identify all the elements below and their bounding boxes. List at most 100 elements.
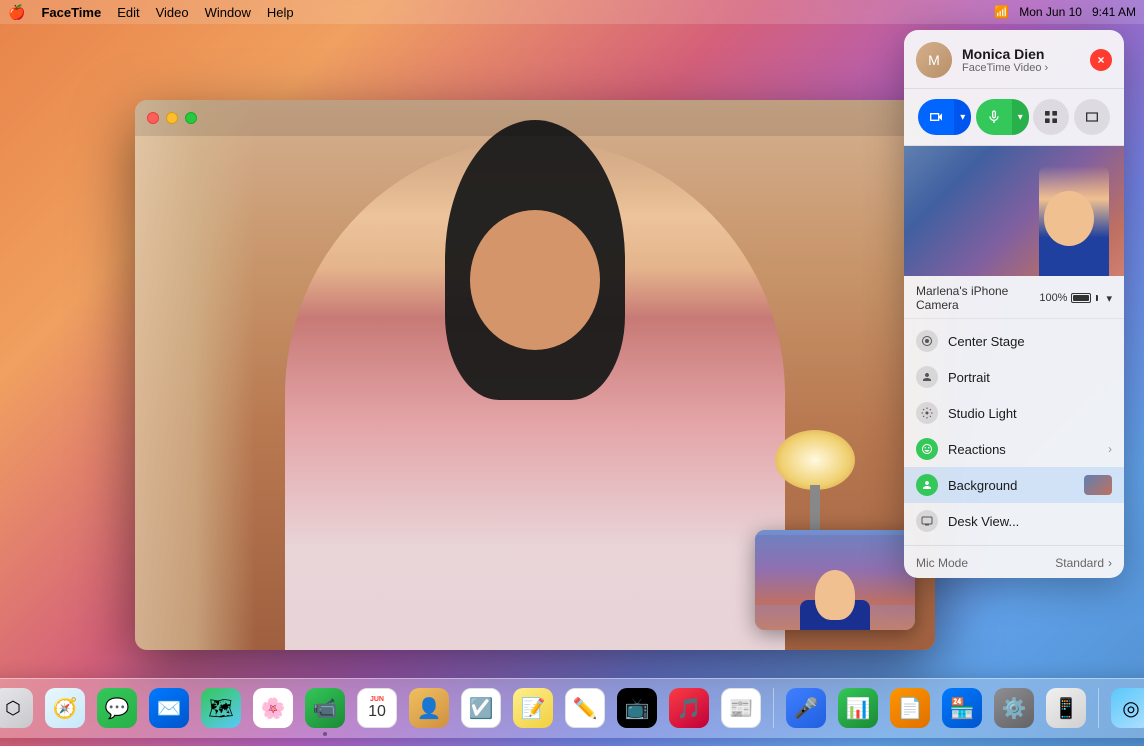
mic-toggle-button[interactable] (976, 99, 1012, 135)
dock-item-launchpad[interactable]: ⬡ (0, 684, 37, 732)
effects-button[interactable] (1033, 99, 1069, 135)
dock-item-calendar[interactable]: JUN 10 (353, 684, 401, 732)
caller-avatar: M (916, 42, 952, 78)
menu-item-background[interactable]: Background (904, 467, 1124, 503)
dock-item-music[interactable]: 🎵 (665, 684, 713, 732)
self-view-content (755, 530, 915, 630)
mail-icon: ✉️ (149, 688, 189, 728)
dock-item-numbers[interactable]: 📊 (834, 684, 882, 732)
apple-menu[interactable]: 🍎 (8, 4, 25, 21)
menubar-window[interactable]: Window (205, 5, 251, 20)
battery-tip (1096, 295, 1098, 301)
dock-item-freeform[interactable]: ✏️ (561, 684, 609, 732)
main-video-feed (135, 100, 935, 650)
mic-button-group: ▾ (976, 99, 1029, 135)
room-curtain (135, 100, 255, 650)
caller-details: Monica Dien FaceTime Video › (962, 46, 1048, 75)
menubar: 🍎 FaceTime Edit Video Window Help 📶 Mon … (0, 0, 1144, 24)
mic-mode-row[interactable]: Mic Mode Standard › (904, 548, 1124, 578)
facetime-active-dot (323, 732, 327, 736)
numbers-icon: 📊 (838, 688, 878, 728)
menubar-video[interactable]: Video (156, 5, 189, 20)
safari-icon: 🧭 (45, 688, 85, 728)
menubar-app-name[interactable]: FaceTime (41, 5, 101, 20)
menubar-right: 📶 Mon Jun 10 9:41 AM (994, 5, 1136, 19)
camera-chevron[interactable]: ▾ (1106, 292, 1112, 305)
calendar-day: 10 (368, 703, 386, 721)
studio-light-label: Studio Light (948, 406, 1017, 421)
maps-icon: 🗺 (201, 688, 241, 728)
dock-item-iphone[interactable]: 📱 (1042, 684, 1090, 732)
battery-fill (1073, 295, 1089, 301)
reactions-label: Reactions (948, 442, 1006, 457)
self-view-thumbnail[interactable] (755, 530, 915, 630)
menu-item-studio-light[interactable]: Studio Light (904, 395, 1124, 431)
dock-item-pages[interactable]: 📄 (886, 684, 934, 732)
dock-item-tv[interactable]: 📺 (613, 684, 661, 732)
menubar-date: Mon Jun 10 (1019, 5, 1082, 19)
battery-percent: 100% (1039, 292, 1067, 304)
self-view-face (815, 570, 855, 620)
menu-item-center-stage[interactable]: Center Stage (904, 323, 1124, 359)
dock-item-appstore[interactable]: 🏪 (938, 684, 986, 732)
minimize-button[interactable] (166, 112, 178, 124)
menu-item-reactions[interactable]: Reactions › (904, 431, 1124, 467)
desk-view-icon (916, 510, 938, 532)
dock-item-messages[interactable]: 💬 (93, 684, 141, 732)
dock-item-safari[interactable]: 🧭 (41, 684, 89, 732)
end-call-button[interactable]: × (1090, 49, 1112, 71)
dock-separator-2 (1098, 688, 1099, 728)
calendar-icon: JUN 10 (357, 688, 397, 728)
reactions-arrow: › (1108, 442, 1112, 456)
video-toggle-button[interactable] (918, 99, 954, 135)
dock-item-mail[interactable]: ✉️ (145, 684, 193, 732)
fullscreen-button[interactable] (1074, 99, 1110, 135)
dock-item-photos[interactable]: 🌸 (249, 684, 297, 732)
messages-icon: 💬 (97, 688, 137, 728)
caller-subtitle: FaceTime Video › (962, 62, 1048, 74)
dock-item-keynote[interactable]: 🎤 (782, 684, 830, 732)
menubar-left: 🍎 FaceTime Edit Video Window Help (8, 4, 294, 21)
background-thumbnail (1084, 475, 1112, 495)
menubar-wifi: 📶 (994, 5, 1009, 19)
menubar-edit[interactable]: Edit (117, 5, 139, 20)
menu-divider (904, 545, 1124, 546)
dock-item-settings[interactable]: ⚙️ (990, 684, 1038, 732)
facetime-window (135, 100, 935, 650)
dock-item-facetime[interactable]: 📹 (301, 684, 349, 732)
camera-name: Marlena's iPhone Camera (916, 284, 1039, 312)
mic-mode-label: Mic Mode (916, 556, 968, 570)
settings-icon: ⚙️ (994, 688, 1034, 728)
maximize-button[interactable] (185, 112, 197, 124)
window-titlebar (135, 100, 935, 136)
background-label: Background (948, 478, 1017, 493)
dock-item-news[interactable]: 📰 (717, 684, 765, 732)
control-panel: M Monica Dien FaceTime Video › × ▾ ▾ (904, 30, 1124, 578)
close-button[interactable] (147, 112, 159, 124)
video-options-button[interactable]: ▾ (954, 99, 971, 135)
arkit-icon: ◎ (1111, 688, 1144, 728)
mic-options-button[interactable]: ▾ (1012, 99, 1029, 135)
panel-video-preview (904, 146, 1124, 276)
menu-item-portrait[interactable]: Portrait (904, 359, 1124, 395)
appstore-icon: 🏪 (942, 688, 982, 728)
battery-bar (1071, 293, 1091, 303)
studio-light-icon (916, 402, 938, 424)
contacts-icon: 👤 (409, 688, 449, 728)
menu-item-desk-view[interactable]: Desk View... (904, 503, 1124, 539)
dock-item-notes[interactable]: 📝 (509, 684, 557, 732)
dock-separator (773, 688, 774, 728)
facetime-icon: 📹 (305, 688, 345, 728)
face-silhouette (470, 210, 600, 350)
mic-mode-value: Standard (1055, 556, 1104, 570)
dock-item-contacts[interactable]: 👤 (405, 684, 453, 732)
mic-mode-arrow: › (1108, 556, 1112, 570)
menubar-help[interactable]: Help (267, 5, 294, 20)
dock-item-reminders[interactable]: ☑️ (457, 684, 505, 732)
camera-info-bar: Marlena's iPhone Camera 100% ▾ (904, 276, 1124, 319)
center-stage-label: Center Stage (948, 334, 1025, 349)
dock-item-arkit[interactable]: ◎ (1107, 684, 1144, 732)
pages-icon: 📄 (890, 688, 930, 728)
dock-item-maps[interactable]: 🗺 (197, 684, 245, 732)
iphone-icon: 📱 (1046, 688, 1086, 728)
